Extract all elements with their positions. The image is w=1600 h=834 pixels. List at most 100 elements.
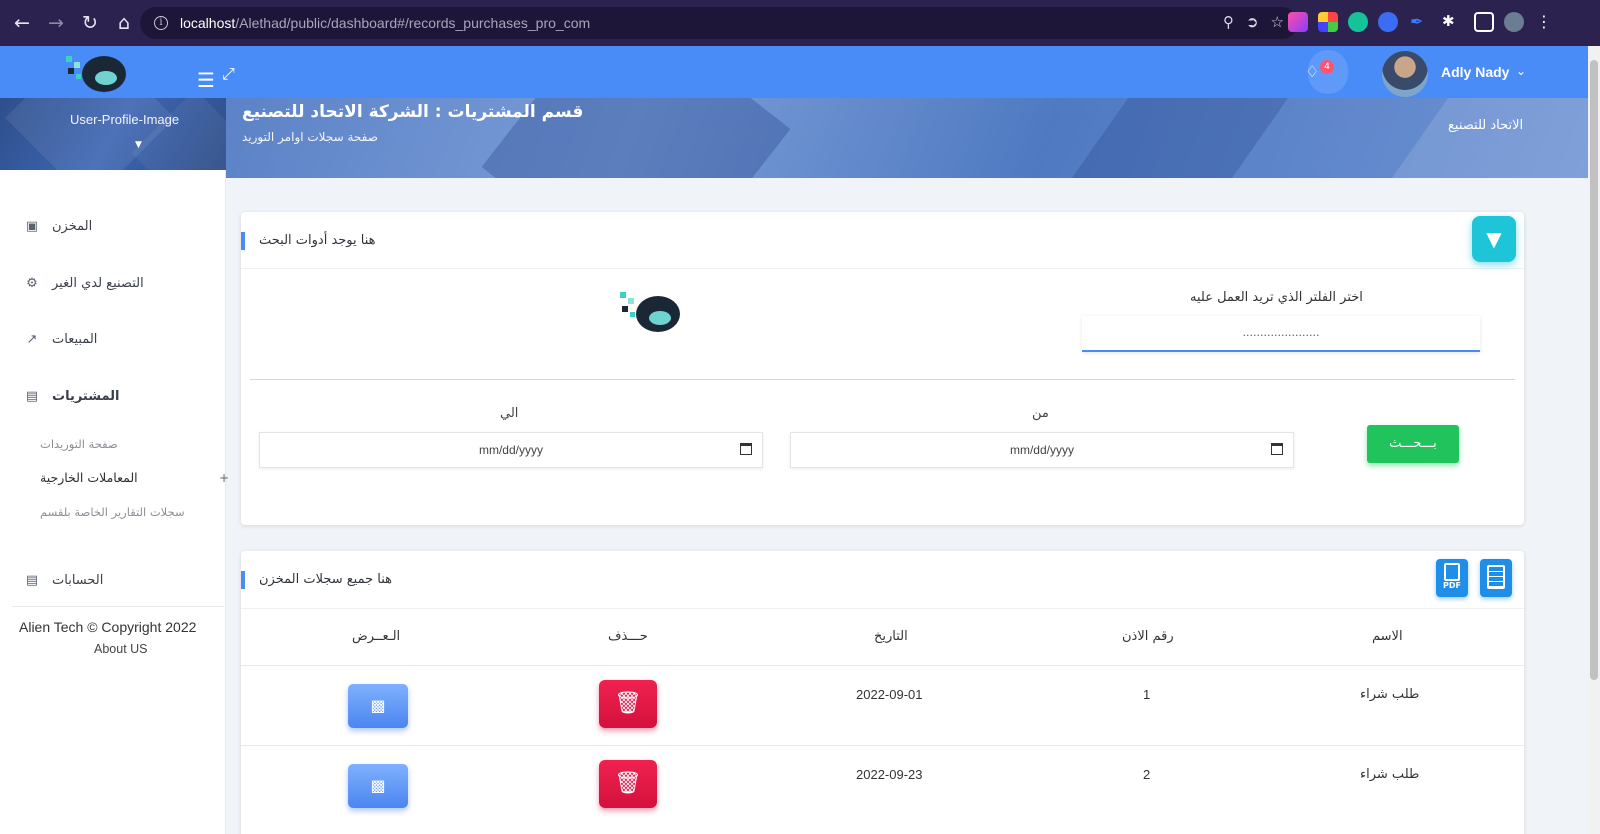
page-title: قسم المشتريات : الشركة الاتحاد للتصنيع <box>242 102 584 122</box>
page-subtitle: صفحة سجلات اوامر التوريد <box>242 130 378 144</box>
puzzle-icon[interactable]: ✱ <box>1442 12 1462 32</box>
sidebar-item-purchases[interactable]: ▤ المشتريات <box>24 384 214 408</box>
card-icon: ▤ <box>25 572 39 588</box>
card-icon: ▤ <box>25 388 39 404</box>
fullscreen-icon[interactable]: ⤢ <box>222 64 235 84</box>
scrollbar-thumb[interactable] <box>1590 60 1598 680</box>
extension-icon[interactable]: ✒ <box>1410 12 1430 32</box>
filter-select[interactable]: ...................... <box>1082 316 1480 352</box>
address-bar[interactable]: i localhost/Alethad/public/dashboard#/re… <box>140 7 1298 39</box>
sidepanel-icon[interactable] <box>1474 12 1494 32</box>
copyright: Alien Tech © Copyright 2022 <box>19 619 197 635</box>
menu-toggle-icon[interactable]: ☰ <box>197 68 215 92</box>
from-date-label: من <box>1032 406 1049 421</box>
sidebar-subitem-external[interactable]: المعاملات الخارجية <box>40 470 138 485</box>
sidebar-item-sales[interactable]: ↗ المبيعات <box>24 327 214 351</box>
pdf-export-icon[interactable]: PDF <box>1436 559 1468 597</box>
view-button[interactable]: ▩ <box>348 764 408 808</box>
sidebar-item-accounts[interactable]: ▤ الحسابات <box>24 568 214 592</box>
profile-image[interactable]: User-Profile-Image <box>70 112 179 127</box>
sidebar-item-label: المشتريات <box>52 388 120 404</box>
gear-icon: ⚙ <box>26 275 38 291</box>
share-icon[interactable]: ➲ <box>1246 13 1259 31</box>
profile-icon[interactable] <box>1504 12 1524 32</box>
column-header-name: الاسم <box>1372 629 1403 644</box>
card-accent <box>241 571 245 589</box>
divider <box>241 665 1524 666</box>
chevron-down-icon[interactable]: ⌄ <box>1516 64 1526 78</box>
cell-name: طلب شراء <box>1360 767 1420 782</box>
trash-icon: 🗑 <box>614 691 642 716</box>
sidebar-item-warehouse[interactable]: ▣ المخزن <box>24 214 214 238</box>
cell-name: طلب شراء <box>1360 687 1420 702</box>
cell-number: 2 <box>1143 767 1151 782</box>
from-date-input[interactable]: mm/dd/yyyy <box>790 432 1294 468</box>
delete-button[interactable]: 🗑 <box>599 760 657 808</box>
column-header-number: رقم الاذن <box>1122 629 1174 644</box>
zoom-icon[interactable]: ⚲ <box>1223 13 1234 31</box>
records-card-title: هنا جميع سجلات المخزن <box>259 572 393 587</box>
app-logo-icon <box>66 56 126 92</box>
extension-icon[interactable] <box>1318 12 1338 32</box>
display-icon: ▩ <box>370 696 386 715</box>
cell-date: 2022-09-01 <box>856 687 923 702</box>
caret-down-icon[interactable]: ▼ <box>135 140 142 150</box>
sidebar-item-label: المخزن <box>52 218 93 234</box>
divider <box>241 268 1524 269</box>
star-icon[interactable]: ☆ <box>1271 13 1284 31</box>
view-button[interactable]: ▩ <box>348 684 408 728</box>
calendar-icon[interactable] <box>1271 443 1283 455</box>
divider <box>12 606 224 607</box>
trend-icon: ↗ <box>26 331 38 347</box>
sidebar-subitem-reports[interactable]: سجلات التقارير الخاصة بلقسم <box>40 505 185 519</box>
filter-label: اختر الفلتر الذي تريد العمل عليه <box>1190 290 1363 305</box>
column-header-delete: حـــذف <box>608 629 648 644</box>
user-name[interactable]: Adly Nady <box>1441 64 1509 80</box>
about-link[interactable]: About US <box>94 642 148 656</box>
card-accent <box>241 232 245 250</box>
divider <box>241 608 1524 609</box>
url-text: localhost/Alethad/public/dashboard#/reco… <box>180 15 591 31</box>
filter-icon[interactable]: ▼ <box>1472 216 1516 262</box>
grammarly-icon[interactable] <box>1348 12 1368 32</box>
menu-kebab-icon[interactable]: ⋮ <box>1534 12 1554 32</box>
site-info-icon[interactable]: i <box>154 16 168 30</box>
search-card-title: هنا يوجد أدوات البحث <box>259 233 376 248</box>
sidebar-item-label: الحسابات <box>52 572 104 588</box>
reload-icon[interactable]: ↻ <box>76 9 104 37</box>
to-date-input[interactable]: mm/dd/yyyy <box>259 432 763 468</box>
breadcrumb[interactable]: الاتحاد للتصنيع <box>1448 118 1523 133</box>
app-header <box>0 46 1588 98</box>
divider <box>250 379 1515 380</box>
bell-icon[interactable]: ♢ <box>1305 62 1319 81</box>
plus-icon[interactable]: + <box>219 471 229 485</box>
sidebar <box>0 98 226 834</box>
calendar-icon[interactable] <box>740 443 752 455</box>
cell-number: 1 <box>1143 687 1151 702</box>
extension-icon[interactable] <box>1288 12 1308 32</box>
excel-export-icon[interactable] <box>1480 559 1512 597</box>
extension-icon[interactable] <box>1378 12 1398 32</box>
forward-icon[interactable]: → <box>42 9 70 37</box>
trash-icon: 🗑 <box>614 771 642 796</box>
notification-badge: 4 <box>1320 60 1334 74</box>
search-button[interactable]: بـــحـــث <box>1367 425 1459 463</box>
display-icon: ▩ <box>370 776 386 795</box>
app-logo-icon <box>620 292 680 332</box>
sidebar-item-label: المبيعات <box>52 331 98 347</box>
cell-date: 2022-09-23 <box>856 767 923 782</box>
search-card <box>241 212 1524 525</box>
sidebar-subitem-supplies[interactable]: صفحة التوريدات <box>40 437 118 451</box>
sidebar-item-label: التصنيع لدي الغير <box>52 275 144 291</box>
avatar[interactable] <box>1382 51 1428 97</box>
back-icon[interactable]: ← <box>8 9 36 37</box>
box-icon: ▣ <box>25 218 39 234</box>
column-header-view: الـعــرض <box>352 629 401 644</box>
delete-button[interactable]: 🗑 <box>599 680 657 728</box>
sidebar-profile <box>0 98 226 170</box>
divider <box>241 745 1524 746</box>
column-header-date: التاريخ <box>874 629 908 644</box>
home-icon[interactable]: ⌂ <box>110 9 138 37</box>
sidebar-item-manufacturing[interactable]: ⚙ التصنيع لدي الغير <box>24 271 214 295</box>
to-date-label: الي <box>500 406 519 421</box>
